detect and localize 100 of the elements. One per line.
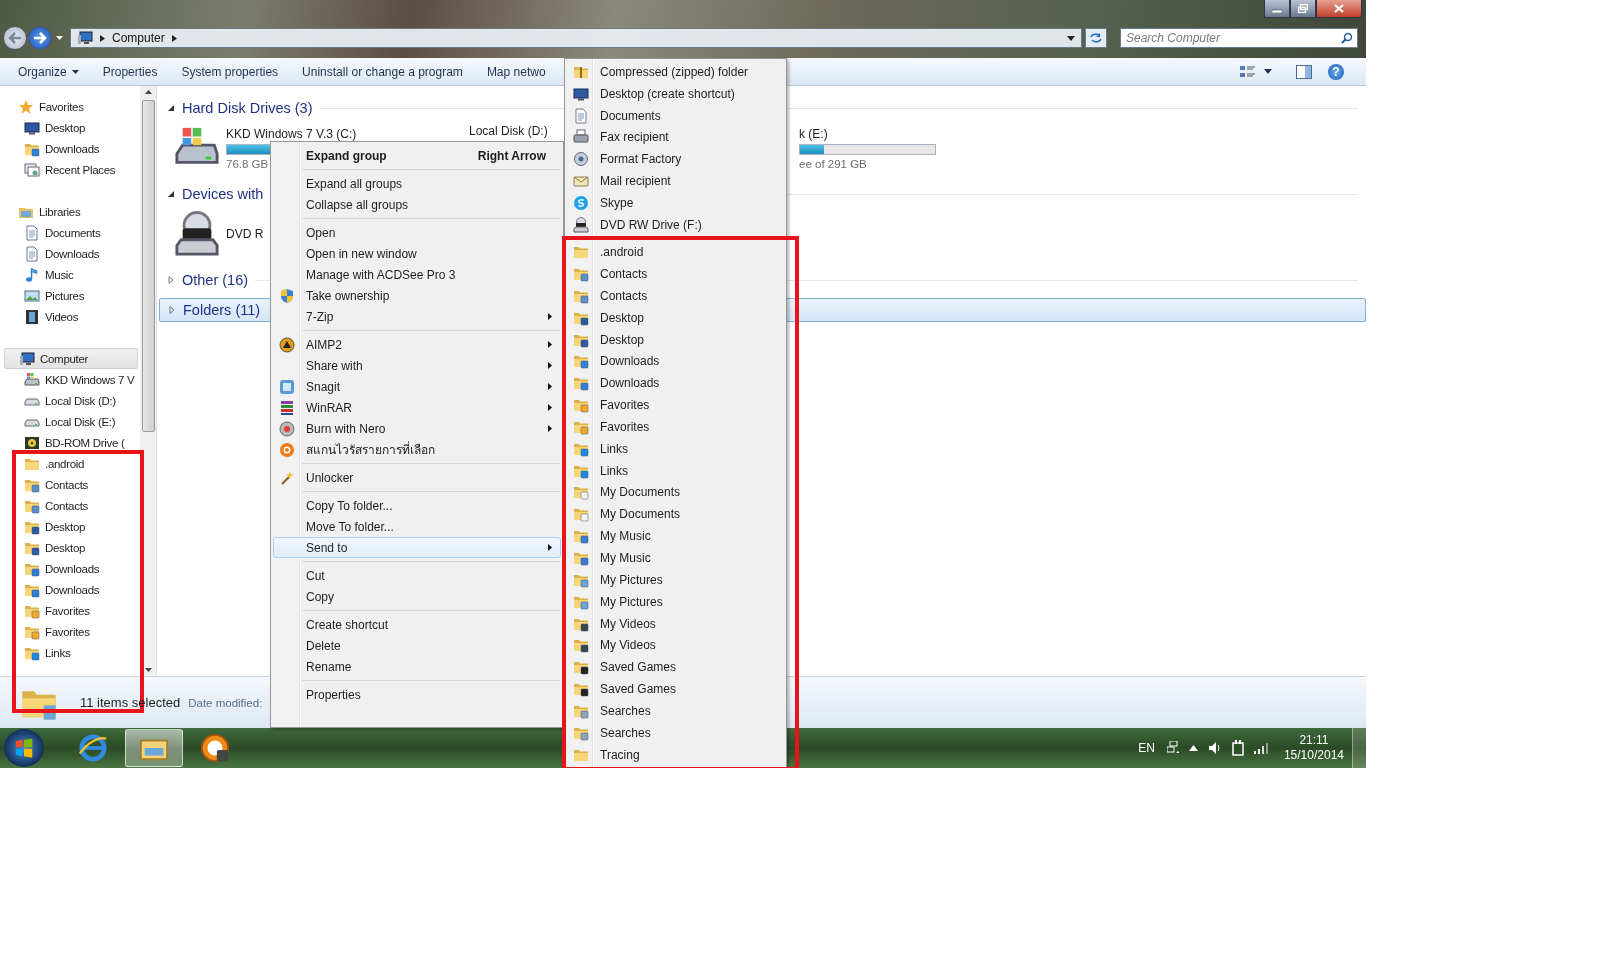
drive-name[interactable]: KKD Windows 7 V.3 (C:) (226, 126, 357, 141)
show-desktop-button[interactable] (1352, 728, 1366, 768)
nav-item[interactable]: Local Disk (D:) (0, 390, 140, 411)
nav-item[interactable]: Recent Places (0, 159, 140, 180)
drive-name[interactable]: k (E:) (799, 126, 828, 141)
menu-item[interactable]: Send to (273, 537, 561, 558)
menu-item[interactable]: Copy (273, 586, 561, 607)
drive-name[interactable]: DVD R (226, 227, 264, 241)
menu-item[interactable]: Fax recipient (567, 126, 784, 149)
close-button[interactable] (1316, 0, 1362, 18)
search-field[interactable]: Search Computer (1120, 28, 1358, 48)
menu-item[interactable]: Contacts (567, 284, 784, 307)
menu-item[interactable]: WinRAR (273, 397, 561, 418)
menu-item[interactable]: Desktop (create shortcut) (567, 82, 784, 105)
toolbar-button[interactable]: System properties (171, 61, 289, 82)
clock[interactable]: 21:11 15/10/2014 (1283, 733, 1344, 763)
menu-item[interactable]: .android (567, 241, 784, 264)
menu-item[interactable]: Open (273, 215, 561, 243)
menu-item[interactable]: Format Factory (567, 148, 784, 171)
nav-item[interactable]: Downloads (0, 243, 140, 264)
menu-item[interactable]: Burn with Nero (273, 418, 561, 439)
nav-item[interactable]: Favorites (0, 600, 140, 621)
menu-item[interactable]: My Documents (567, 481, 784, 504)
back-button[interactable] (3, 26, 27, 50)
menu-item[interactable]: Desktop (567, 306, 784, 329)
menu-item[interactable]: Manage with ACDSee Pro 3 (273, 264, 561, 285)
refresh-button[interactable] (1085, 28, 1107, 48)
menu-item[interactable]: Tracing (567, 743, 784, 766)
menu-item[interactable]: Saved Games (567, 656, 784, 679)
volume-icon[interactable] (1207, 741, 1222, 755)
menu-item[interactable]: Snagit (273, 376, 561, 397)
menu-item[interactable]: My Pictures (567, 568, 784, 591)
menu-item[interactable]: Collapse all groups (273, 194, 561, 215)
menu-item[interactable]: Properties (273, 677, 561, 705)
nav-item[interactable]: Local Disk (E:) (0, 411, 140, 432)
nav-item[interactable]: Downloads (0, 138, 140, 159)
dropdown-caret-icon[interactable] (1067, 35, 1075, 41)
scroll-down-icon[interactable] (144, 668, 152, 672)
menu-item[interactable]: สแกนไวรัสรายการที่เลือก (273, 439, 561, 460)
menu-item[interactable]: My Videos (567, 612, 784, 635)
menu-item[interactable]: My Documents (567, 503, 784, 526)
toolbar-button[interactable]: Properties (92, 61, 168, 82)
signal-bars-icon[interactable] (1253, 742, 1270, 754)
menu-item[interactable]: Open in new window (273, 243, 561, 264)
nav-item[interactable]: Downloads (0, 579, 140, 600)
menu-item[interactable]: Move To folder... (273, 516, 561, 537)
menu-item[interactable]: Downloads (567, 350, 784, 373)
toolbar-button[interactable]: Organize (8, 61, 89, 82)
menu-item[interactable]: 7-Zip (273, 306, 561, 327)
nav-item[interactable]: Contacts (0, 495, 140, 516)
menu-item[interactable]: Contacts (567, 263, 784, 285)
scrollbar[interactable] (140, 86, 156, 676)
nav-item[interactable]: Contacts (0, 474, 140, 495)
menu-item[interactable]: My Music (567, 547, 784, 569)
menu-item[interactable]: Delete (273, 635, 561, 656)
menu-item[interactable]: Mail recipient (567, 170, 784, 193)
menu-item[interactable]: Create shortcut (273, 607, 561, 635)
scroll-thumb[interactable] (141, 100, 155, 432)
nav-item[interactable]: Music (0, 264, 140, 285)
menu-item[interactable]: Links (567, 459, 784, 482)
nav-item[interactable]: Videos (0, 306, 140, 327)
nav-item[interactable]: BD-ROM Drive ( (0, 432, 140, 453)
preview-pane-icon[interactable] (1296, 64, 1312, 79)
power-plug-icon[interactable] (1231, 740, 1244, 756)
menu-item[interactable]: Favorites (567, 394, 784, 416)
nav-item[interactable]: KKD Windows 7 V (0, 369, 140, 390)
forward-button[interactable] (28, 26, 52, 50)
menu-item[interactable]: Documents (567, 104, 784, 127)
nav-item[interactable]: Favorites (4, 96, 138, 117)
show-hidden-icon[interactable] (1188, 745, 1198, 751)
language-indicator[interactable]: EN (1138, 741, 1155, 755)
minimize-button[interactable] (1264, 0, 1290, 18)
nav-item[interactable]: Computer (4, 348, 138, 369)
menu-item[interactable]: Rename (273, 656, 561, 677)
menu-item[interactable]: Downloads (567, 372, 784, 395)
collapsed-arrow-icon[interactable] (167, 276, 175, 284)
menu-item[interactable]: My Music (567, 525, 784, 548)
nav-item[interactable]: Desktop (0, 537, 140, 558)
menu-item[interactable]: Skype (567, 192, 784, 214)
scroll-up-icon[interactable] (144, 90, 152, 94)
nav-item[interactable]: .android (0, 453, 140, 474)
start-button[interactable] (4, 729, 44, 767)
search-icon[interactable] (1341, 32, 1353, 44)
menu-item[interactable]: Compressed (zipped) folder (567, 61, 784, 83)
network-icon[interactable] (1166, 741, 1179, 755)
address-bar[interactable]: Computer (70, 28, 1082, 48)
drive-name[interactable]: Local Disk (D:) (469, 124, 548, 138)
menu-item[interactable]: Take ownership (273, 285, 561, 306)
menu-item[interactable]: AIMP2 (273, 327, 561, 355)
menu-item[interactable]: DVD RW Drive (F:) (567, 213, 784, 236)
nav-item[interactable]: Documents (0, 222, 140, 243)
menu-item[interactable]: Expand group Right Arrow (273, 145, 561, 166)
nav-item[interactable]: Libraries (4, 201, 138, 222)
nav-item[interactable]: Downloads (0, 558, 140, 579)
caret-icon[interactable] (1264, 69, 1272, 74)
menu-item[interactable]: Searches (567, 721, 784, 744)
breadcrumb-item[interactable]: Computer (112, 31, 165, 45)
collapsed-arrow-icon[interactable] (168, 306, 176, 314)
menu-item[interactable]: My Pictures (567, 590, 784, 613)
nav-item[interactable]: Favorites (0, 621, 140, 642)
